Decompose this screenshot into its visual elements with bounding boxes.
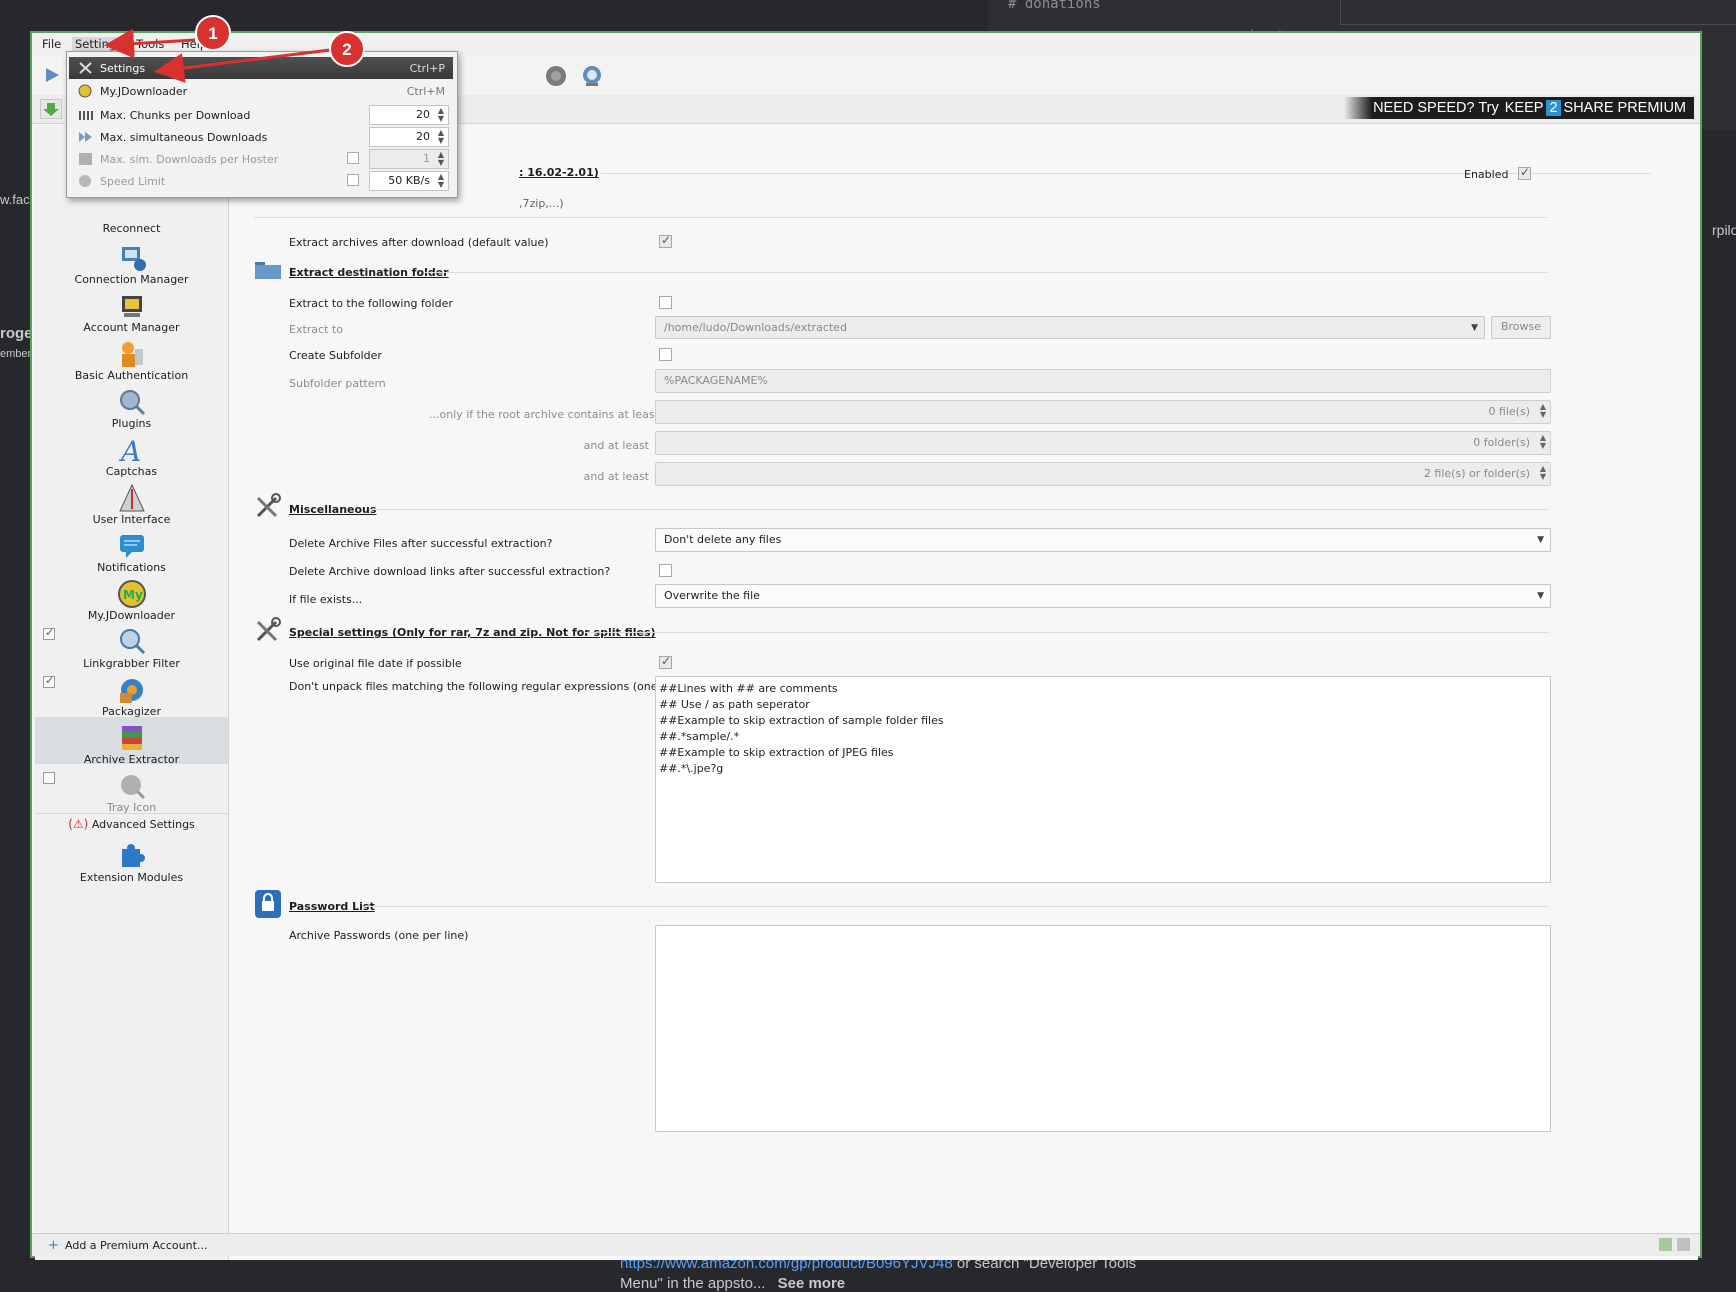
annotation-arrows — [104, 28, 331, 83]
annotation-badge-2: 2 — [329, 31, 365, 67]
annotation-arrow-1 — [104, 28, 196, 59]
annotation-badge-1: 1 — [195, 15, 231, 51]
annotation-arrow-2 — [154, 48, 331, 83]
